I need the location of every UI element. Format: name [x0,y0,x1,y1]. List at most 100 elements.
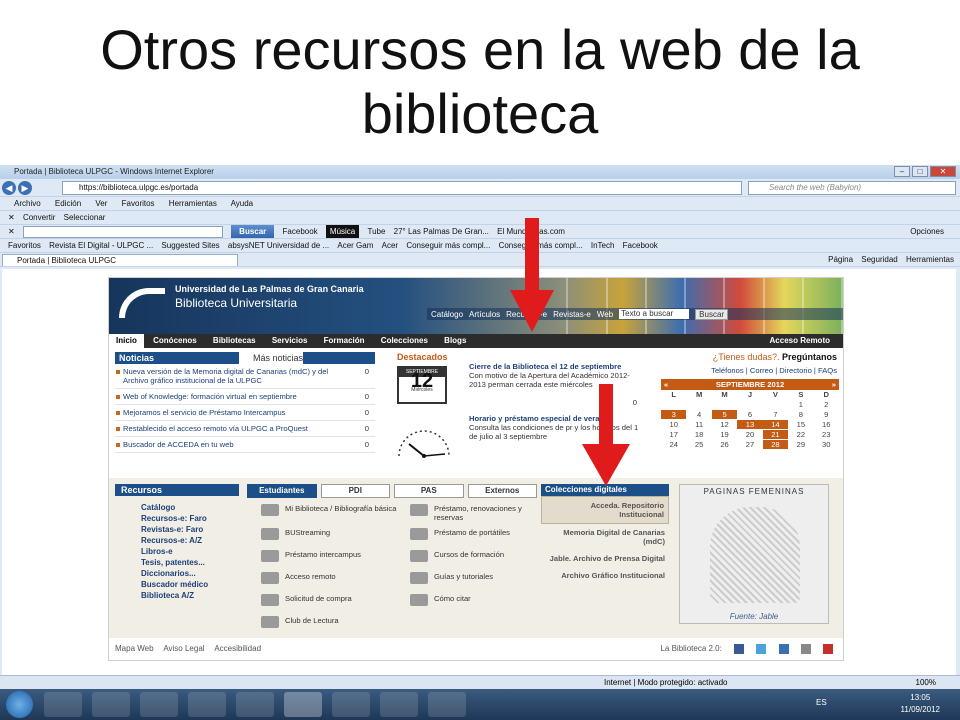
calendar-day[interactable]: 25 [686,440,711,449]
search-box[interactable]: Search the web (Babylon) [748,181,956,195]
directory-link[interactable]: Directorio [779,366,812,375]
nav-formacion[interactable]: Formación [317,334,372,348]
paginas-femeninas-image[interactable]: PAGINAS FEMENINAS Fuente: Jable [679,484,829,624]
remote-access-link[interactable]: Acceso Remoto [763,334,837,348]
tools-menu[interactable]: Herramientas [906,255,954,264]
calendar-day[interactable]: 19 [712,430,737,439]
fav-item[interactable]: Acer Gam [337,239,373,252]
calendar-day[interactable]: 1 [788,400,813,409]
search-option-web[interactable]: Web [597,310,613,319]
more-news-link[interactable]: Más noticias [239,352,304,364]
prev-month-icon[interactable]: « [661,379,668,390]
browser-tab[interactable]: Portada | Biblioteca ULPGC [2,254,238,266]
calendar-day[interactable]: 20 [737,430,762,439]
service-link[interactable]: Cursos de formación [408,550,549,566]
calendar-day[interactable]: 23 [814,430,839,439]
calendar-day[interactable]: 21 [762,430,789,439]
accessibility-link[interactable]: Accesibilidad [214,644,261,653]
search-option-articulos[interactable]: Artículos [469,310,500,319]
site-search-button[interactable]: Buscar [695,308,729,320]
start-button[interactable] [6,691,33,718]
calendar-day[interactable]: 15 [788,420,813,429]
calendar-day[interactable]: 9 [814,410,839,419]
youtube-icon[interactable] [823,643,833,654]
menu-herramientas[interactable]: Herramientas [169,199,217,208]
calendar-day[interactable]: 24 [661,440,686,449]
resource-link[interactable]: Recursos-e: Faro [141,513,239,524]
nav-blogs[interactable]: Blogs [437,334,473,348]
service-link[interactable]: Guías y tutoriales [408,572,549,588]
resource-link[interactable]: Libros-e [141,546,239,557]
calendar-day[interactable]: 5 [711,410,738,419]
pdf-icon[interactable] [140,692,178,717]
nav-conocenos[interactable]: Conócenos [146,334,204,348]
safety-menu[interactable]: Seguridad [861,255,897,264]
calendar-day[interactable]: 7 [763,410,788,419]
explorer-icon[interactable] [92,692,130,717]
collection-link[interactable]: Memoria Digital de Canarias (mdC) [541,524,669,550]
calendar-day[interactable]: 6 [737,410,762,419]
word-icon[interactable] [380,692,418,717]
calendar-day[interactable]: 11 [686,420,711,429]
email-link[interactable]: Correo [750,366,773,375]
service-link[interactable]: Acceso remoto [259,572,400,588]
toolbar-music[interactable]: Música [325,225,360,238]
service-link[interactable]: BUStreaming [259,528,400,544]
nav-servicios[interactable]: Servicios [265,334,315,348]
calendar-day[interactable]: 29 [788,440,813,449]
news-item[interactable]: Nueva versión de la Memoria digital de C… [115,364,375,389]
collection-link[interactable]: Archivo Gráfico Institucional [541,567,669,584]
ask-link[interactable]: Pregúntanos [782,352,837,362]
service-link[interactable]: Solicitud de compra [259,594,400,610]
fav-item[interactable]: absysNET Universidad de ... [228,239,329,252]
calendar-day[interactable]: 10 [661,420,686,429]
service-link[interactable]: Cómo citar [408,594,549,610]
phones-link[interactable]: Teléfonos [711,366,744,375]
faq-link[interactable]: FAQs [818,366,837,375]
tab-externos[interactable]: Externos [467,484,537,498]
source-link[interactable]: Jable [759,612,778,621]
internet-explorer-icon[interactable] [284,692,322,717]
search-option-catalogo[interactable]: Catálogo [431,310,463,319]
news-item[interactable]: Mejoramos el servicio de Préstamo Interc… [115,405,375,421]
service-link[interactable]: Préstamo intercampus [259,550,400,566]
resource-link[interactable]: Tesis, patentes... [141,557,239,568]
close-toolbar-icon[interactable]: ✕ [8,211,15,224]
calendar-day[interactable]: 16 [814,420,839,429]
fav-item[interactable]: Conseguir más compl... [406,239,490,252]
news-item[interactable]: Buscador de ACCEDA en tu web 0 [115,437,375,453]
resource-link[interactable]: Recursos-e: A/Z [141,535,239,546]
service-link[interactable]: Préstamo, renovaciones y reservas [408,504,549,522]
fav-item[interactable]: Suggested Sites [161,239,219,252]
collection-link[interactable]: Jable. Archivo de Prensa Digital [541,550,669,567]
select-button[interactable]: Seleccionar [64,211,106,224]
toolbar-options[interactable]: Opciones [910,225,944,238]
language-indicator[interactable]: ES [816,698,827,707]
search-option-revistas[interactable]: Revistas-e [553,310,591,319]
favorites-button[interactable]: Favoritos [8,239,41,252]
network-icon[interactable] [236,692,274,717]
service-link[interactable]: Club de Lectura [259,616,400,632]
fav-item[interactable]: Revista El Digital - ULPGC ... [49,239,153,252]
facebook-icon[interactable] [734,643,745,654]
address-input[interactable]: https://biblioteca.ulpgc.es/portada [62,181,742,195]
menu-archivo[interactable]: Archivo [14,199,41,208]
calendar-day[interactable]: 8 [788,410,813,419]
powerpoint-icon[interactable] [428,692,466,717]
clock[interactable]: 13:05 11/09/2012 [901,692,940,716]
resource-link[interactable]: Diccionarios... [141,568,239,579]
menu-favoritos[interactable]: Favoritos [122,199,155,208]
close-toolbar-icon-2[interactable]: ✕ [8,225,15,238]
calendar-day[interactable]: 27 [737,440,762,449]
toolbar-search-input[interactable] [22,225,223,238]
fav-item[interactable]: Acer [382,239,398,252]
resource-link[interactable]: Biblioteca A/Z [141,590,239,601]
menu-ayuda[interactable]: Ayuda [231,199,254,208]
tab-pas[interactable]: PAS [394,484,464,498]
calendar-day[interactable]: 12 [712,420,737,429]
toolbar-search-button[interactable]: Buscar [231,225,275,238]
sitemap-link[interactable]: Mapa Web [115,644,154,653]
menu-ver[interactable]: Ver [95,199,107,208]
zoom-level[interactable]: 100% [916,676,936,690]
twitter-icon[interactable] [756,643,767,654]
